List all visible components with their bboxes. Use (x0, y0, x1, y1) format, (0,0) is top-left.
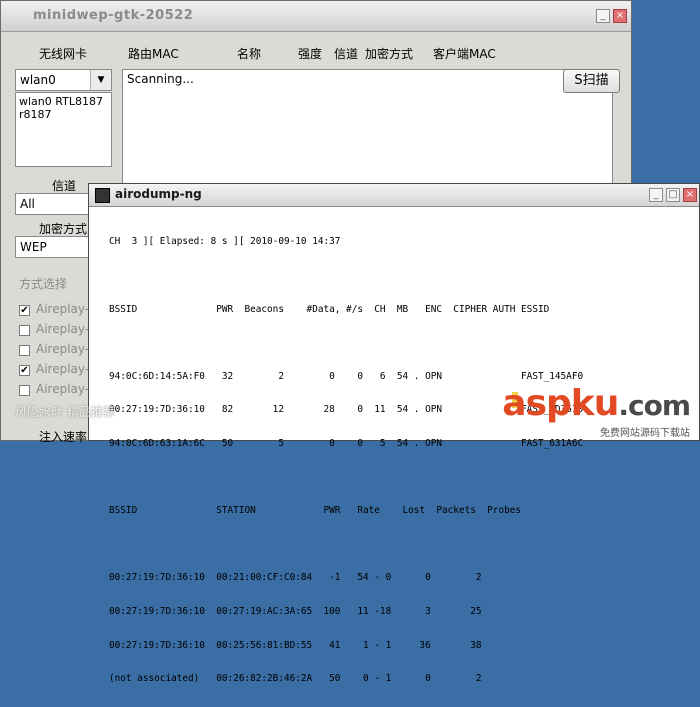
ap-list[interactable]: Scanning... (122, 69, 613, 187)
header-router-mac: 路由MAC (128, 47, 179, 61)
method-label-1: Aireplay-r (36, 302, 95, 316)
watermark-tagline: 免费网站源码下载站 (600, 428, 690, 439)
channel-label: 信道 (52, 179, 77, 193)
header-name: 名称 (237, 47, 262, 61)
minimize-button[interactable]: _ (649, 188, 663, 202)
method-checkbox-5[interactable] (19, 385, 30, 396)
nic-info-line2: r8187 (19, 108, 52, 121)
header-channel: 信道 (334, 47, 359, 61)
method-checkbox-1[interactable]: ✔ (19, 305, 30, 316)
header-strength: 强度 (298, 47, 323, 61)
minidwep-titlebar[interactable]: minidwep-gtk-20522 _ × (1, 1, 631, 32)
method-label-2: Aireplay-r (36, 322, 95, 336)
airodump-titlebar[interactable]: airodump-ng _ □ × (89, 184, 699, 207)
window-title: minidwep-gtk-20522 (33, 8, 194, 23)
scan-status: Scanning... (127, 72, 194, 86)
method-group-title: 方式选择 (19, 277, 68, 291)
airodump-title: airodump-ng (115, 187, 202, 201)
channel-select-value: All (20, 197, 35, 211)
watermark-brand: aspku (502, 383, 619, 424)
header-client-mac: 客户端MAC (433, 47, 496, 61)
ap-row: 94:0C:6D:14:5A:F0 32 2 0 0 6 54 . OPN FA… (109, 370, 584, 382)
maximize-button[interactable]: □ (666, 188, 680, 202)
method-checkbox-4[interactable]: ✔ (19, 365, 30, 376)
watermark-logo: aspku.com 免费网站源码下载站 (502, 383, 691, 440)
scan-button[interactable]: S扫描 (563, 69, 620, 93)
encryption-select-value: WEP (20, 240, 47, 254)
method-checkbox-2[interactable] (19, 325, 30, 336)
status-line: CH 3 ][ Elapsed: 8 s ][ 2010-09-10 14:37 (109, 236, 341, 248)
nic-info-line1: wlan0 RTL8187 (19, 95, 103, 108)
client-row: 00:27:19:7D:36:10 00:27:19:AC:3A:65 100 … (109, 605, 482, 617)
client-row: 00:27:19:7D:36:10 00:21:00:CF:C0:84 -1 5… (109, 572, 482, 584)
inject-rate-label: 注入速率 (39, 430, 88, 444)
client-row: 00:27:19:7D:36:10 00:25:56:81:BD:55 41 1… (109, 639, 482, 651)
header-nic: 无线网卡 (39, 47, 88, 61)
close-button[interactable]: × (683, 188, 697, 202)
watermark-tld: .com (618, 389, 691, 422)
channel-select[interactable]: All (15, 193, 95, 215)
encryption-label: 加密方式 (39, 222, 88, 236)
method-label-4: Aireplay-r (36, 362, 95, 376)
watermark-left: 风隐水畔 精品推荐 (15, 405, 115, 419)
nic-select[interactable]: wlan0 ▼ (15, 69, 112, 91)
method-label-3: Aireplay-r (36, 342, 95, 356)
encryption-select[interactable]: WEP (15, 236, 95, 258)
terminal-icon (95, 188, 110, 203)
nic-info-panel: wlan0 RTL8187 r8187 (15, 92, 112, 167)
ap-table-header: BSSID PWR Beacons #Data, #/s CH MB ENC C… (109, 303, 550, 315)
nic-select-value: wlan0 (20, 73, 56, 87)
method-checkbox-3[interactable] (19, 345, 30, 356)
client-row: (not associated) 00:26:82:2B:46:2A 50 0 … (109, 673, 482, 685)
chevron-down-icon: ▼ (90, 70, 111, 90)
client-table-header: BSSID STATION PWR Rate Lost Packets Prob… (109, 505, 522, 517)
ap-row: 94:0C:6D:63:1A:6C 50 5 0 0 5 54 . OPN FA… (109, 437, 584, 449)
header-encryption: 加密方式 (365, 47, 414, 61)
minimize-button[interactable]: _ (596, 9, 610, 23)
close-button[interactable]: × (613, 9, 627, 23)
method-label-5: Aireplay-r (36, 382, 95, 396)
